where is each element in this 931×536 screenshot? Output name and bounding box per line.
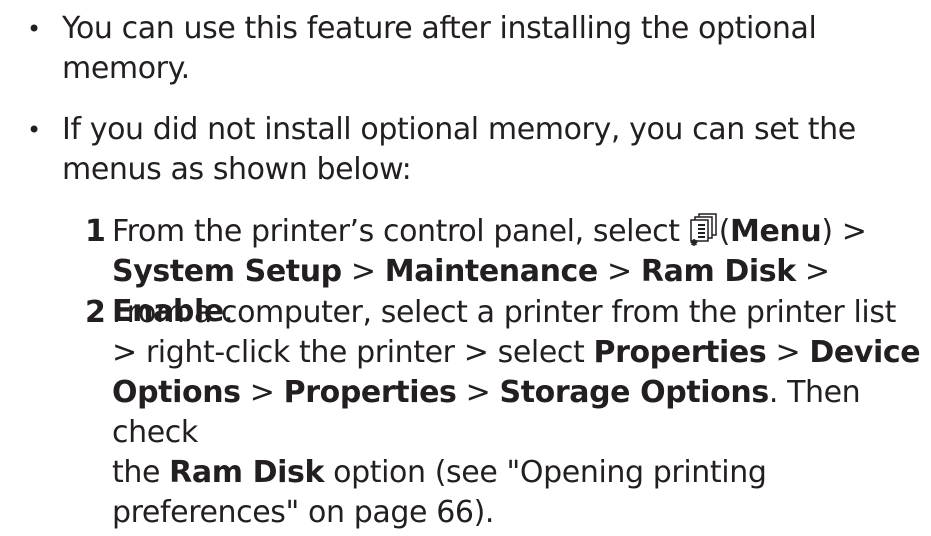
bullet-line: You can use this feature after installin… (62, 11, 817, 46)
step-number: 2 (85, 295, 106, 330)
menu-path-item: Properties (283, 375, 457, 410)
bullet-text: If you did not install optional memory, … (62, 110, 917, 190)
menu-path-item: Device (809, 335, 921, 370)
step-text-span: From the printer’s control panel, select (112, 214, 689, 249)
bullet-line: menus as shown below: (62, 152, 412, 187)
path-separator: > (240, 375, 284, 410)
step-line: From the printer’s control panel, select (112, 212, 925, 252)
bullet-item: • You can use this feature after install… (27, 9, 917, 89)
step-text: From a computer, select a printer from t… (112, 293, 925, 533)
step-text-span: ( (718, 214, 731, 249)
step-line: Options > Properties > Storage Options. … (112, 373, 925, 453)
bullet-line: memory. (62, 51, 190, 86)
bullet-line: If you did not install optional memory, … (62, 112, 856, 147)
menu-label: Menu (730, 214, 822, 249)
step-line: preferences" on page 66). (112, 495, 495, 530)
path-separator: > (766, 335, 810, 370)
path-separator: > (456, 375, 500, 410)
bullet-item: • If you did not install optional memory… (27, 110, 917, 190)
path-separator: > (341, 254, 385, 289)
bullet-dot: • (27, 116, 41, 144)
bullet-dot: • (27, 15, 41, 43)
menu-path-item: Storage Options (499, 375, 770, 410)
step-text-span: option (see "Opening printing (324, 455, 767, 490)
menu-path-item: System Setup (112, 254, 342, 289)
menu-icon (689, 213, 718, 247)
menu-path-item: Ram Disk (169, 455, 325, 490)
menu-path-item: Properties (593, 335, 767, 370)
step-text-span: ) > (821, 214, 867, 249)
step-number: 1 (85, 214, 106, 249)
bullet-text: You can use this feature after installin… (62, 9, 917, 89)
step-text-span: > right-click the printer > select (112, 335, 594, 370)
path-separator: > (795, 254, 830, 289)
step-text-span: the (112, 455, 170, 490)
step-line: From a computer, select a printer from t… (112, 295, 896, 330)
step-item: 2 From a computer, select a printer from… (75, 293, 925, 533)
menu-path-item: Maintenance (384, 254, 599, 289)
menu-path-item: Options (112, 375, 241, 410)
path-separator: > (597, 254, 641, 289)
menu-path-item: Ram Disk (640, 254, 796, 289)
document-page: • You can use this feature after install… (0, 0, 931, 536)
step-line: > right-click the printer > select Prope… (112, 333, 925, 373)
step-line: the Ram Disk option (see "Opening printi… (112, 453, 925, 493)
